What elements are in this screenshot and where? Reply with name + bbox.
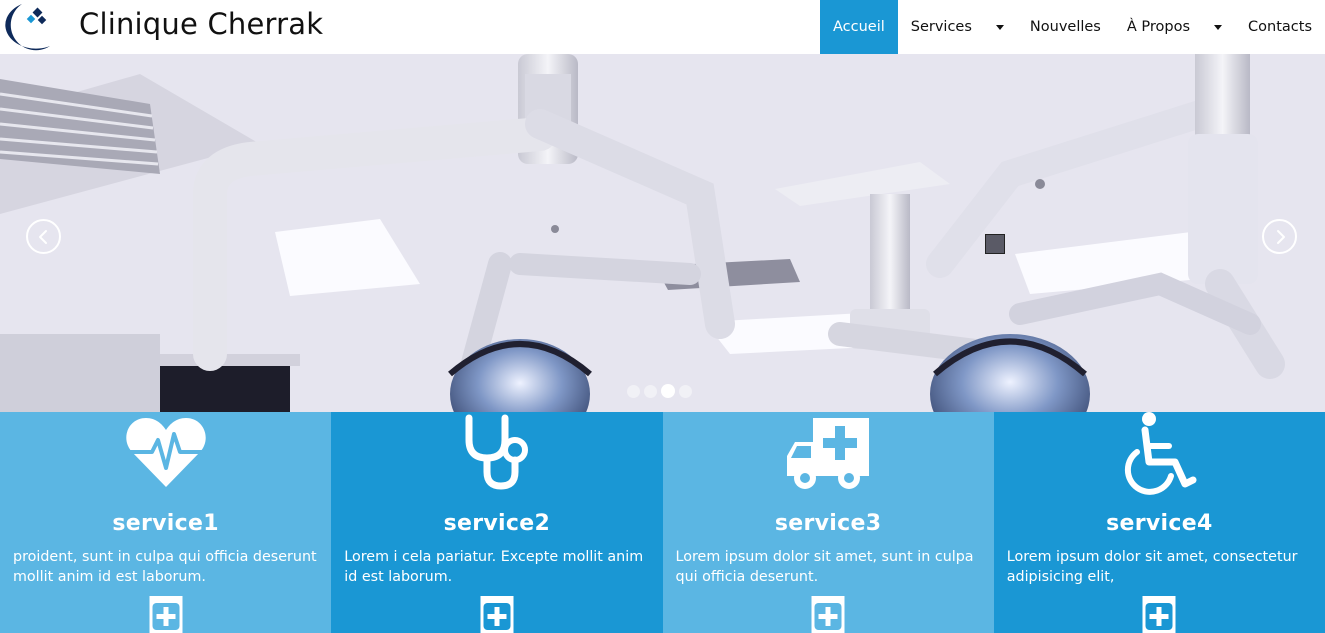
site-title[interactable]: Clinique Cherrak [79, 7, 323, 41]
service-more-button[interactable] [480, 596, 514, 633]
nav-item-accueil[interactable]: Accueil [819, 0, 898, 54]
service-title: service3 [774, 511, 882, 536]
heartbeat-icon [125, 418, 206, 487]
service-more-button[interactable] [1142, 596, 1176, 633]
operating-room-lights-photo [0, 54, 1325, 412]
nav-item-a-propos[interactable]: À Propos [1114, 0, 1235, 54]
service-card: service1 proident, sunt in culpa qui off… [0, 412, 332, 633]
services-section: service1 proident, sunt in culpa qui off… [0, 412, 1325, 633]
slider-dot[interactable] [627, 384, 640, 398]
image-badge-icon [985, 234, 1005, 254]
service-description: Lorem ipsum dolor sit amet, consectetur … [1006, 549, 1298, 585]
plus-square-icon [1145, 602, 1173, 630]
service-more-button[interactable] [149, 596, 183, 633]
chevron-right-icon [1276, 229, 1285, 244]
nav-item-services[interactable]: Services [898, 0, 1017, 54]
nav-item-label: Contacts [1248, 19, 1312, 35]
slider-dot[interactable] [679, 384, 692, 398]
service-more-button[interactable] [811, 596, 845, 633]
nav-item-label: Services [910, 19, 972, 35]
stethoscope-icon [465, 414, 528, 490]
slider-prev-button[interactable] [26, 219, 61, 254]
nav-item-label: À Propos [1126, 19, 1191, 35]
plus-square-icon [814, 602, 842, 630]
service-description: Lorem ipsum dolor sit amet, sunt in culp… [675, 549, 974, 585]
nav-item-contacts[interactable]: Contacts [1235, 0, 1325, 54]
service-card: service4 Lorem ipsum dolor sit amet, con… [993, 412, 1325, 633]
service-description: Lorem i cela pariatur. Excepte mollit an… [344, 549, 644, 585]
wheelchair-icon [1125, 412, 1197, 495]
slider-next-button[interactable] [1262, 219, 1297, 254]
slider-indicators [627, 384, 692, 398]
service-description: proident, sunt in culpa qui officia dese… [13, 549, 317, 585]
site-header: Clinique Cherrak Accueil Services Nouvel… [0, 0, 1325, 54]
clinic-logo-icon[interactable] [0, 0, 66, 54]
main-nav: Accueil Services Nouvelles À Propos Cont… [819, 0, 1325, 54]
nav-item-label: Nouvelles [1029, 19, 1101, 35]
service-card: service3 Lorem ipsum dolor sit amet, sun… [662, 412, 994, 633]
nav-item-nouvelles[interactable]: Nouvelles [1017, 0, 1114, 54]
slider-dot-active[interactable] [661, 384, 675, 398]
slider-dot[interactable] [644, 384, 657, 398]
caret-down-icon [995, 25, 1004, 30]
service-title: service4 [1106, 511, 1213, 536]
nav-item-label: Accueil [832, 19, 885, 35]
plus-square-icon [483, 602, 511, 630]
service-title: service1 [112, 511, 219, 536]
service-card: service2 Lorem i cela pariatur. Excepte … [331, 412, 663, 633]
chevron-left-icon [38, 229, 47, 244]
hero-slider [0, 54, 1325, 412]
service-title: service2 [443, 511, 551, 536]
ambulance-icon [787, 418, 870, 489]
plus-square-icon [152, 602, 180, 630]
caret-down-icon [1214, 25, 1223, 30]
